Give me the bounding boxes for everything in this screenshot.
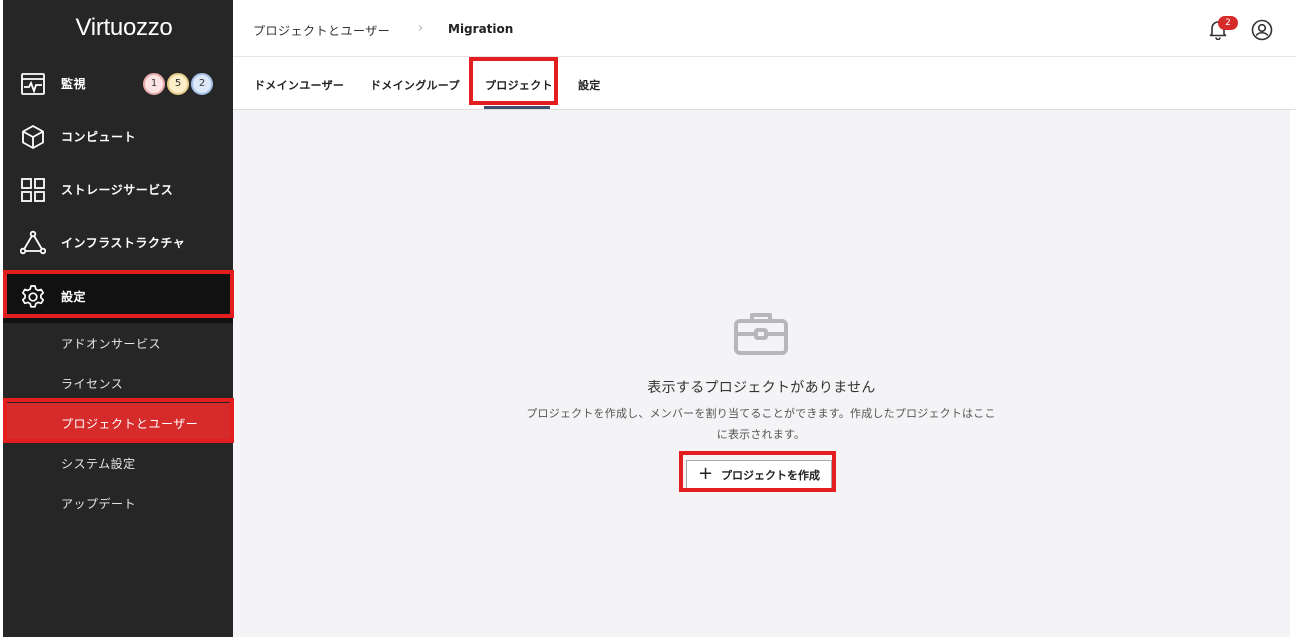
sidebar-item-label: 監視 xyxy=(61,77,87,91)
main-content: 表示するプロジェクトがありません プロジェクトを作成し、メンバーを割り当てること… xyxy=(233,110,1290,637)
triangle-nodes-icon xyxy=(20,230,46,256)
sidebar-subitem-label: アドオンサービス xyxy=(61,336,162,351)
sidebar-item-settings[interactable]: 設定 xyxy=(3,270,233,323)
tab-settings[interactable]: 設定 xyxy=(578,77,601,93)
sidebar: Virtuozzo 監視 1 5 2 コンピュート ストレージサービス インフラ… xyxy=(3,0,233,637)
sidebar-item-infrastructure[interactable]: インフラストラクチャ xyxy=(3,216,233,269)
breadcrumb-separator: › xyxy=(418,21,424,36)
tab-projects[interactable]: プロジェクト xyxy=(485,77,553,93)
monitor-icon xyxy=(20,71,46,97)
create-project-button[interactable]: + プロジェクトを作成 xyxy=(686,460,832,490)
alert-badges: 1 5 2 xyxy=(143,72,213,95)
sidebar-item-storage-services[interactable]: ストレージサービス xyxy=(3,163,233,216)
sidebar-subitem-licenses[interactable]: ライセンス xyxy=(3,363,233,403)
sidebar-item-label: 設定 xyxy=(61,290,87,304)
active-tab-indicator xyxy=(484,106,550,109)
plus-icon: + xyxy=(697,463,714,484)
sidebar-subitem-label: アップデート xyxy=(61,496,137,511)
logo: Virtuozzo xyxy=(75,14,173,41)
breadcrumb-parent[interactable]: プロジェクトとユーザー xyxy=(253,22,390,39)
notification-count-badge: 2 xyxy=(1218,16,1238,30)
sidebar-subitem-updates[interactable]: アップデート xyxy=(3,483,233,523)
tab-domain-users[interactable]: ドメインユーザー xyxy=(254,77,344,93)
sidebar-subitem-addon-services[interactable]: アドオンサービス xyxy=(3,323,233,363)
breadcrumb-current: Migration xyxy=(448,22,514,36)
user-account-icon[interactable] xyxy=(1251,19,1273,41)
sidebar-subitem-label: ライセンス xyxy=(61,376,124,391)
sidebar-item-compute[interactable]: コンピュート xyxy=(3,110,233,163)
gear-icon xyxy=(20,284,46,310)
critical-alert-badge[interactable]: 1 xyxy=(143,72,165,95)
cube-icon xyxy=(20,124,46,150)
info-alert-badge[interactable]: 2 xyxy=(191,72,213,95)
sidebar-item-monitoring[interactable]: 監視 1 5 2 xyxy=(3,57,233,110)
briefcase-icon xyxy=(733,310,789,356)
sidebar-item-label: コンピュート xyxy=(61,130,137,144)
sidebar-subitem-label: システム設定 xyxy=(61,456,136,471)
tab-bar: ドメインユーザー ドメイングループ プロジェクト 設定 xyxy=(233,57,1296,110)
empty-state-title: 表示するプロジェクトがありません xyxy=(647,380,876,396)
sidebar-item-label: ストレージサービス xyxy=(61,183,174,197)
sidebar-subitem-label: プロジェクトとユーザー xyxy=(61,416,199,431)
empty-state-description: プロジェクトを作成し、メンバーを割り当てることができます。作成したプロジェクトは… xyxy=(526,407,996,441)
sidebar-item-label: インフラストラクチャ xyxy=(61,236,186,250)
top-header: プロジェクトとユーザー › Migration 2 xyxy=(233,0,1296,57)
grid-icon xyxy=(20,177,46,203)
warning-alert-badge[interactable]: 5 xyxy=(167,72,189,95)
create-project-label: プロジェクトを作成 xyxy=(721,469,821,482)
sidebar-subitem-projects-and-users[interactable]: プロジェクトとユーザー xyxy=(3,403,233,443)
tab-domain-groups[interactable]: ドメイングループ xyxy=(370,77,460,93)
sidebar-subitem-system-settings[interactable]: システム設定 xyxy=(3,443,233,483)
